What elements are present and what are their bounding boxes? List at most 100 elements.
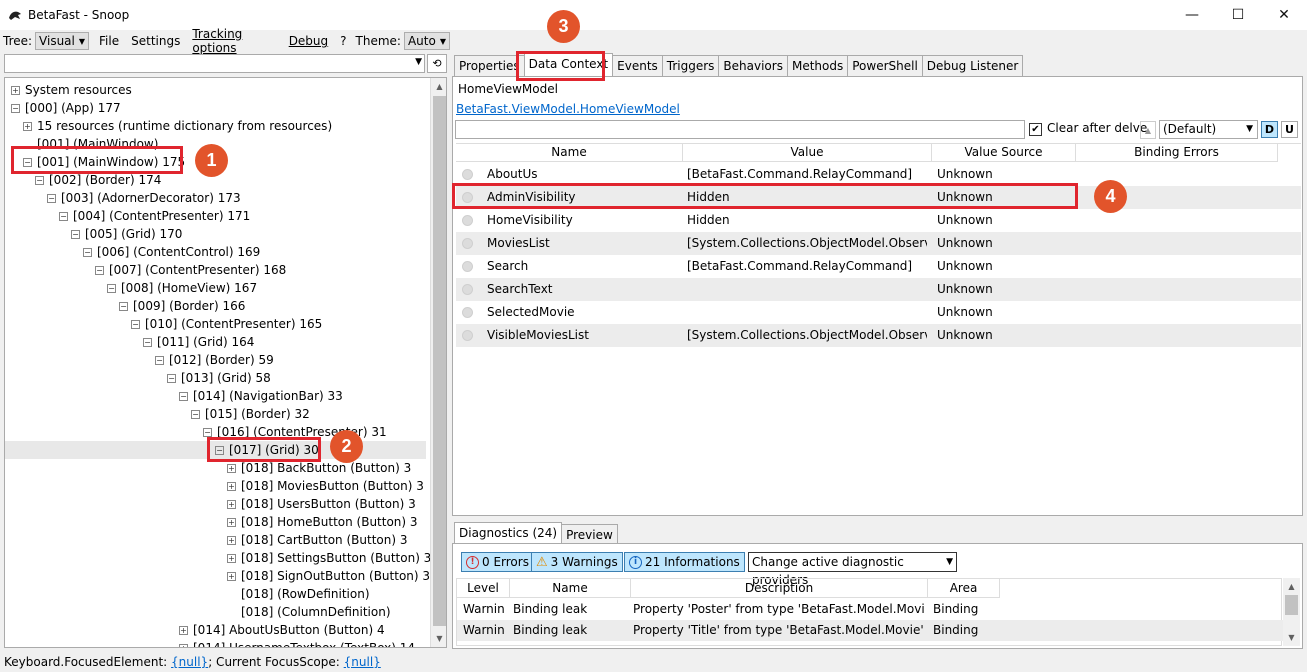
tree-node[interactable]: − [008] (HomeView) 167 — [5, 279, 426, 297]
tree-node[interactable]: + System resources — [5, 81, 426, 99]
menu-debug[interactable]: Debug — [283, 34, 334, 48]
menu-tracking-options[interactable]: Tracking options — [186, 27, 282, 55]
diagnostics-scrollbar[interactable]: ▲ ▼ — [1283, 578, 1300, 646]
tab-behaviors[interactable]: Behaviors — [718, 55, 788, 76]
collapse-icon[interactable]: − — [179, 392, 188, 401]
expand-icon[interactable]: + — [227, 572, 236, 581]
col-area[interactable]: Area — [928, 579, 1000, 598]
property-row[interactable]: HomeVisibility Hidden Unknown — [456, 209, 1301, 232]
property-row[interactable]: MoviesList [System.Collections.ObjectMode… — [456, 232, 1301, 255]
menu-help[interactable]: ? — [334, 34, 352, 48]
tab-properties[interactable]: Properties — [454, 55, 525, 76]
theme-select[interactable]: Auto ▼ — [403, 32, 450, 50]
collapse-icon[interactable]: − — [59, 212, 68, 221]
scroll-down-icon[interactable]: ▼ — [431, 630, 446, 647]
property-value[interactable]: Hidden — [687, 209, 927, 232]
property-row[interactable]: SelectedMovie Unknown — [456, 301, 1301, 324]
focused-element-link[interactable]: {null} — [171, 655, 208, 669]
expand-icon[interactable]: + — [227, 482, 236, 491]
tree-node[interactable]: + [018] UsersButton (Button) 3 — [5, 495, 426, 513]
collapse-icon[interactable]: − — [167, 374, 176, 383]
scroll-up-icon[interactable]: ▲ — [431, 78, 446, 95]
tab-powershell[interactable]: PowerShell — [847, 55, 923, 76]
scroll-thumb[interactable] — [1285, 595, 1298, 615]
tree-node[interactable]: + [018] MoviesButton (Button) 3 — [5, 477, 426, 495]
collapse-icon[interactable]: − — [119, 302, 128, 311]
tree-node[interactable]: − [011] (Grid) 164 — [5, 333, 426, 351]
tree-node[interactable]: − [015] (Border) 32 — [5, 405, 426, 423]
property-value[interactable] — [687, 278, 927, 301]
chevron-down-icon[interactable]: ▼ — [415, 57, 422, 67]
expand-icon[interactable]: + — [227, 464, 236, 473]
close-button[interactable]: ✕ — [1261, 0, 1307, 30]
property-value[interactable]: [BetaFast.Command.RelayCommand] — [687, 255, 927, 278]
tree-node[interactable]: − [006] (ContentControl) 169 — [5, 243, 426, 261]
menu-file[interactable]: File — [93, 34, 125, 48]
col-level[interactable]: Level — [457, 579, 510, 598]
tree-mode-select[interactable]: Visual ▼ — [35, 32, 90, 50]
collapse-icon[interactable]: − — [83, 248, 92, 257]
scroll-up-icon[interactable]: ▲ — [1283, 578, 1300, 595]
diagnostic-providers-select[interactable]: Change active diagnostic providers ▼ — [748, 552, 957, 587]
expand-icon[interactable]: + — [23, 122, 32, 131]
diagnostic-row[interactable]: Warnin Binding leak Property 'Poster' from… — [457, 599, 1283, 620]
expand-icon[interactable]: + — [179, 644, 188, 647]
tree-node[interactable]: + [018] SettingsButton (Button) 3 — [5, 549, 431, 567]
collapse-icon[interactable]: − — [47, 194, 56, 203]
col-description[interactable]: Description — [631, 579, 928, 598]
tree-search-input[interactable]: ▼ — [4, 54, 425, 73]
tree-node[interactable]: + [018] SignOutButton (Button) 3 — [5, 567, 430, 585]
warnings-filter[interactable]: ⚠ 3 Warnings — [531, 552, 623, 572]
tree-node[interactable]: − [009] (Border) 166 — [5, 297, 426, 315]
infos-filter[interactable]: i 21 Informations — [624, 552, 745, 572]
focus-scope-link[interactable]: {null} — [344, 655, 381, 669]
expand-icon[interactable]: + — [11, 86, 20, 95]
expand-icon[interactable]: + — [227, 500, 236, 509]
col-binding-errors[interactable]: Binding Errors — [1076, 144, 1278, 162]
expand-icon[interactable]: + — [227, 554, 236, 563]
tab-triggers[interactable]: Triggers — [661, 55, 720, 76]
collapse-icon[interactable]: − — [155, 356, 164, 365]
col-name[interactable]: Name — [456, 144, 683, 162]
expand-icon[interactable]: + — [227, 536, 236, 545]
maximize-button[interactable]: ☐ — [1215, 0, 1261, 30]
refresh-button[interactable]: ⟲ — [427, 54, 447, 73]
minimize-button[interactable]: — — [1169, 0, 1215, 30]
col-value[interactable]: Value — [683, 144, 932, 162]
collapse-icon[interactable]: − — [131, 320, 140, 329]
property-filter-input[interactable] — [455, 120, 1025, 139]
collapse-icon[interactable]: − — [143, 338, 152, 347]
tree-node[interactable]: − [004] (ContentPresenter) 171 — [5, 207, 426, 225]
col-diag-name[interactable]: Name — [510, 579, 631, 598]
tree-node[interactable]: − [005] (Grid) 170 — [5, 225, 426, 243]
property-value[interactable] — [687, 301, 927, 324]
tree-node[interactable]: − [010] (ContentPresenter) 165 — [5, 315, 426, 333]
tree-node[interactable]: − [012] (Border) 59 — [5, 351, 426, 369]
tree-node[interactable]: − [014] (NavigationBar) 33 — [5, 387, 426, 405]
tree-node[interactable]: [018] (RowDefinition) — [5, 585, 426, 603]
tab-preview[interactable]: Preview — [561, 524, 618, 544]
tree-node[interactable]: +15 resources (runtime dictionary from r… — [5, 117, 426, 135]
collapse-icon[interactable]: − — [11, 104, 20, 113]
collapse-icon[interactable]: − — [95, 266, 104, 275]
col-value-source[interactable]: Value Source — [932, 144, 1076, 162]
clear-after-delve-checkbox[interactable]: ✔ — [1029, 123, 1042, 136]
tab-diagnostics[interactable]: Diagnostics (24) — [454, 522, 563, 544]
expand-icon[interactable]: + — [227, 518, 236, 527]
default-values-toggle[interactable]: D — [1261, 121, 1278, 138]
tree-node[interactable]: + [014] UsernameTextbox (TextBox) 14 — [5, 639, 426, 647]
errors-filter[interactable]: ! 0 Errors — [461, 552, 534, 572]
tree-node[interactable]: + [014] AboutUsButton (Button) 4 — [5, 621, 426, 639]
tree-scrollbar[interactable]: ▲ ▼ — [430, 78, 446, 647]
tree-node[interactable]: − [003] (AdornerDecorator) 173 — [5, 189, 426, 207]
tab-debug-listener[interactable]: Debug Listener — [921, 55, 1024, 76]
collapse-icon[interactable]: − — [107, 284, 116, 293]
tab-events[interactable]: Events — [612, 55, 663, 76]
tree-node[interactable]: − [000] (App) 177 — [5, 99, 426, 117]
tree-node[interactable]: − [013] (Grid) 58 — [5, 369, 426, 387]
tab-methods[interactable]: Methods — [786, 55, 849, 76]
menu-settings[interactable]: Settings — [125, 34, 186, 48]
property-row[interactable]: VisibleMoviesList [System.Collections.Obj… — [456, 324, 1301, 347]
tree-node[interactable]: − [007] (ContentPresenter) 168 — [5, 261, 426, 279]
property-row[interactable]: Search [BetaFast.Command.RelayCommand] Unk… — [456, 255, 1301, 278]
